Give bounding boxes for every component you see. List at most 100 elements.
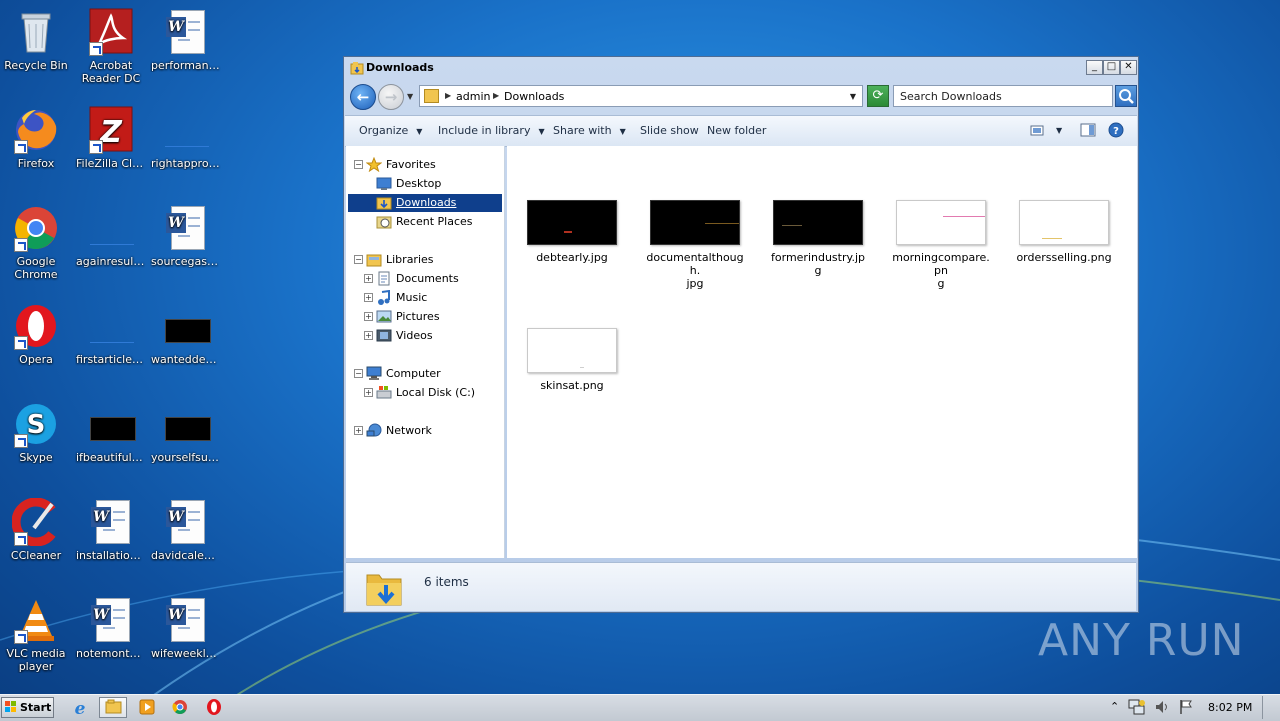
minimize-button[interactable]: _	[1086, 60, 1103, 75]
refresh-button[interactable]: ⟳	[867, 85, 889, 107]
slide-show-button[interactable]: Slide show	[640, 124, 699, 137]
shortcut-arrow-icon	[14, 336, 28, 350]
nav-music[interactable]: + Music	[346, 289, 504, 307]
collapse-icon[interactable]: −	[354, 255, 363, 264]
file-item[interactable]: ordersselling.png	[1014, 200, 1114, 264]
include-in-library-button[interactable]: Include in library ▼	[438, 124, 545, 137]
nav-network[interactable]: + Network	[346, 422, 504, 440]
file-item[interactable]: documentalthough. jpg	[645, 200, 745, 290]
forward-button[interactable]: →	[378, 84, 404, 110]
nav-favorites-label: Favorites	[386, 158, 436, 171]
start-button[interactable]: Start	[1, 697, 54, 718]
nav-videos-label: Videos	[396, 329, 433, 342]
desktop-icon-wanteddefi[interactable]: wanteddefi...	[150, 302, 222, 366]
desktop-icon-sourcegas[interactable]: W sourcegas.rtf	[150, 204, 222, 268]
desktop-icon-againresult[interactable]: againresult....	[75, 204, 147, 268]
collapse-icon[interactable]: −	[354, 369, 363, 378]
explorer-window[interactable]: Downloads _ □ ✕ ← → ▼ ▶ admin ▶ Download…	[343, 56, 1139, 613]
chevron-right-icon[interactable]: ▶	[493, 91, 499, 100]
desktop-icon-acrobat[interactable]: Acrobat Reader DC	[75, 8, 147, 85]
nav-videos[interactable]: + Videos	[346, 327, 504, 345]
desktop-icon-label: performanc...	[151, 59, 222, 72]
file-item[interactable]: debtearly.jpg	[522, 200, 622, 264]
file-item[interactable]: morningcompare.pn g	[891, 200, 991, 290]
back-button[interactable]: ←	[350, 84, 376, 110]
expand-icon[interactable]: +	[364, 274, 373, 283]
network-tray-icon[interactable]	[1128, 699, 1146, 715]
desktop-icon-chrome[interactable]: Google Chrome	[0, 204, 72, 281]
expand-icon[interactable]: +	[364, 312, 373, 321]
show-desktop-button[interactable]	[1262, 696, 1278, 719]
desktop-icon-vlc[interactable]: VLC media player	[0, 596, 72, 673]
desktop-icon-performanc[interactable]: W performanc...	[150, 8, 222, 72]
taskbar-internet-explorer[interactable]: e	[66, 697, 94, 719]
chevron-down-icon[interactable]: ▼	[850, 92, 856, 101]
maximize-button[interactable]: □	[1103, 60, 1120, 75]
help-icon[interactable]: ?	[1108, 122, 1124, 138]
breadcrumb-admin[interactable]: admin	[456, 90, 490, 103]
clock[interactable]: 8:02 PM	[1208, 701, 1252, 714]
volume-icon[interactable]	[1154, 699, 1170, 715]
nav-computer[interactable]: − Computer	[346, 365, 504, 383]
organize-button[interactable]: Organize ▼	[359, 124, 422, 137]
nav-favorites[interactable]: − Favorites	[346, 156, 504, 174]
nav-recent-places[interactable]: Recent Places	[346, 213, 504, 231]
expand-icon[interactable]: +	[364, 388, 373, 397]
collapse-icon[interactable]: −	[354, 160, 363, 169]
expand-icon[interactable]: +	[364, 293, 373, 302]
new-folder-button[interactable]: New folder	[707, 124, 766, 137]
recent-pages-dropdown-icon[interactable]: ▼	[407, 92, 413, 101]
nav-pictures[interactable]: + Pictures	[346, 308, 504, 326]
expand-icon[interactable]: +	[354, 426, 363, 435]
desktop-icon-ccleaner[interactable]: CCleaner	[0, 497, 72, 562]
nav-libraries[interactable]: − Libraries	[346, 251, 504, 269]
nav-pictures-label: Pictures	[396, 310, 440, 323]
nav-downloads[interactable]: Downloads	[346, 194, 504, 212]
desktop-icon-firefox[interactable]: Firefox	[0, 106, 72, 170]
desktop-icon-filezilla[interactable]: Z FileZilla Client	[75, 106, 147, 170]
taskbar-opera[interactable]	[200, 697, 228, 718]
file-item[interactable]: skinsat.png	[522, 328, 622, 392]
desktop-icon-recycle-bin[interactable]: Recycle Bin	[0, 8, 72, 72]
desktop-icon-installationsi[interactable]: W installationsi...	[75, 498, 147, 562]
nav-local-disk[interactable]: + Local Disk (C:)	[346, 384, 504, 402]
windows-logo-icon	[5, 701, 16, 712]
breadcrumb-downloads[interactable]: Downloads	[504, 90, 564, 103]
nav-documents[interactable]: + Documents	[346, 270, 504, 288]
chevron-right-icon[interactable]: ▶	[445, 91, 451, 100]
action-center-flag-icon[interactable]	[1178, 699, 1194, 715]
desktop-icon-skype[interactable]: S Skype	[0, 400, 72, 464]
window-title: Downloads	[366, 61, 434, 74]
preview-pane-icon[interactable]	[1080, 122, 1096, 138]
desktop-icon-davidcalend[interactable]: W davidcalend...	[150, 498, 222, 562]
desktop-icon-label: davidcalend...	[151, 549, 222, 562]
file-name-line2: g	[937, 277, 945, 290]
navigation-pane: − Favorites Desktop Downloads Recent Pla…	[346, 146, 505, 558]
desktop-icon-opera[interactable]: Opera	[0, 302, 72, 366]
expand-icon[interactable]: +	[364, 331, 373, 340]
title-bar[interactable]: Downloads _ □ ✕	[344, 57, 1138, 79]
nav-downloads-label: Downloads	[396, 196, 457, 209]
desktop-icon-wifeweekly[interactable]: W wifeweekly.rtf	[150, 596, 222, 660]
desktop-icon-ifbeautiful[interactable]: ifbeautiful.jpg	[75, 400, 147, 464]
show-hidden-icons-icon[interactable]: ⌃	[1110, 700, 1119, 713]
close-button[interactable]: ✕	[1120, 60, 1137, 75]
desktop-icon-notemonthl[interactable]: W notemonthl...	[75, 596, 147, 660]
desktop-icon-yourselfsuit[interactable]: yourselfsuit...	[150, 400, 222, 464]
taskbar-media-player[interactable]	[133, 697, 161, 718]
address-bar[interactable]: ▶ admin ▶ Downloads ▼	[419, 85, 863, 107]
file-list[interactable]: debtearly.jpg documentalthough. jpg form…	[507, 146, 1137, 558]
search-input[interactable]: Search Downloads	[893, 85, 1113, 107]
taskbar-windows-explorer[interactable]	[99, 697, 127, 718]
desktop-icon-firstarticle[interactable]: firstarticle.png	[75, 302, 147, 366]
file-name-line1: documentalthough.	[646, 251, 744, 277]
view-options-dropdown-icon[interactable]: ▼	[1056, 126, 1062, 135]
desktop-icon-rightapproa[interactable]: rightapproa...	[150, 106, 222, 170]
search-button[interactable]	[1115, 85, 1137, 107]
desktop-icon-label: Recycle Bin	[4, 59, 68, 72]
taskbar-chrome[interactable]	[166, 697, 194, 718]
nav-desktop[interactable]: Desktop	[346, 175, 504, 193]
share-with-button[interactable]: Share with ▼	[553, 124, 626, 137]
file-item[interactable]: formerindustry.jpg	[768, 200, 868, 277]
change-view-icon[interactable]	[1029, 122, 1045, 138]
